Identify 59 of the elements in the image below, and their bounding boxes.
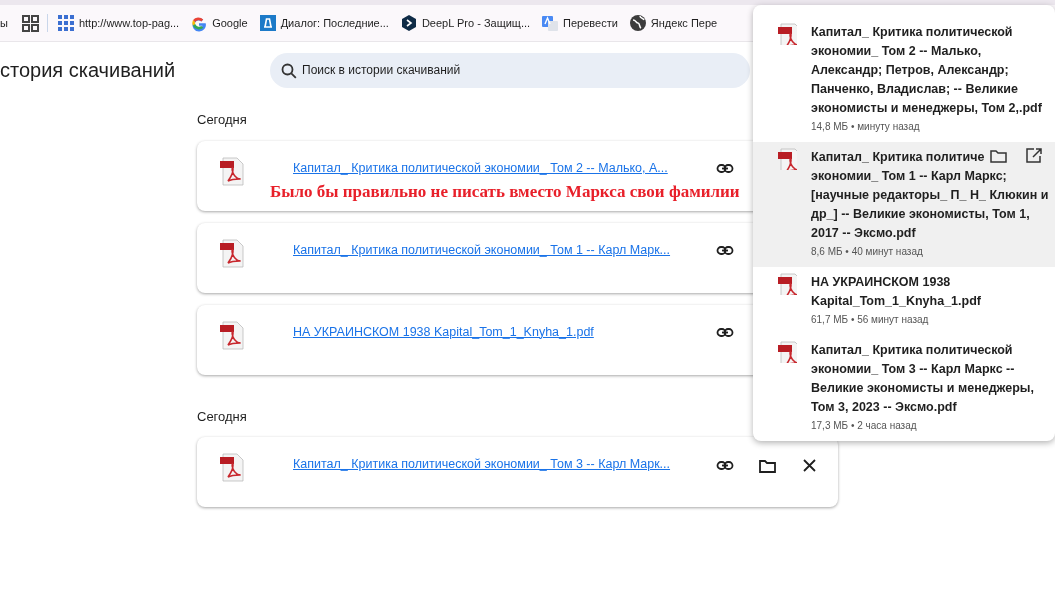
file-info: 8,6 МБ • 40 минут назад [811,245,924,259]
bookmark[interactable]: Google [188,14,250,32]
file-info: 61,7 МБ • 56 минут назад [811,313,930,327]
pdf-file-icon [219,156,247,187]
download-item[interactable]: Капитал_ Критика политиче экономии_ Том 1 -- Карл Маркс; [научные редакторы_ П_ Н_ Клюкин и др_] -- Великие экономисты, Том 1, 2017 -- Эксмо.pdf 8,6 МБ • 40 минут назад [753,142,1055,267]
globe-icon [628,14,647,32]
pdf-file-icon [777,341,797,363]
download-item[interactable]: НА УКРАИНСКОМ 1938 Kapital_Tom_1_Knyha_1.pdf 61,7 МБ • 56 минут назад [753,267,1055,335]
apps-grid-icon[interactable] [20,13,40,33]
pdf-file-icon [777,273,797,295]
pdf-file-icon [219,453,247,483]
file-link[interactable]: НА УКРАИНСКОМ 1938 Kapital_Tom_1_Knyha_1.pdf [293,323,594,340]
pdf-file-icon [777,148,797,170]
bookmark[interactable]: DeepL Pro - Защищ... [397,14,533,32]
search-field[interactable]: Поиск в истории скачиваний [270,52,750,88]
bookmark[interactable]: Яндекс Пере [626,14,720,32]
bookmark-label[interactable]: ы [0,14,10,32]
dialog-icon [258,14,277,32]
file-link[interactable]: Капитал_ Критика политической экономии_ Том 1 -- Карл Марк... [293,241,671,258]
file-name-line: Великие экономисты и менеджеры, [811,380,1034,397]
file-name-line: экономисты и менеджеры, Том 2,.pdf [811,100,1042,117]
grid-icon [56,14,75,32]
file-name-line: Панченко, Владислав; -- Великие [811,81,1018,98]
file-info: 14,8 МБ • минуту назад [811,120,921,134]
pdf-file-icon [777,23,797,45]
file-name-line: [научные редакторы_ П_ Н_ Клюкин и [811,187,1049,204]
file-info: 17,3 МБ • 2 часа назад [811,419,918,433]
file-name-line: 2017 -- Эксмо.pdf [811,225,916,242]
section-heading: Сегодня [197,407,247,426]
file-name-line: Александр; Петров, Александр; [811,62,1009,79]
close-icon [800,456,818,474]
file-link[interactable]: Капитал_ Критика политической экономии_ Том 3 -- Карл Марк... [293,456,671,472]
bookmark[interactable]: Перевести [539,14,620,32]
google-icon [190,14,209,32]
file-name-line: экономии_ Том 1 -- Карл Маркс; [811,168,1007,185]
bookmark[interactable]: http://www.top-pag... [54,14,182,32]
annotation-text: Было бы правильно не писать вместо Маркса свои фамилии [270,180,740,203]
file-name-line: Kapital_Tom_1_Knyha_1.pdf [811,293,981,310]
file-name-line: Том 3, 2023 -- Эксмо.pdf [811,399,957,416]
deepl-icon [399,14,418,32]
open-button[interactable] [1023,146,1045,164]
section-heading: Сегодня [197,111,247,129]
pdf-file-icon [219,238,247,269]
file-name-line: НА УКРАИНСКОМ 1938 [811,274,951,291]
download-item[interactable]: Капитал_ Критика политической экономии_ Том 3 -- Карл Маркс -- Великие экономисты и менеджеры, Том 3, 2023 -- Эксмо.pdf 17,3 МБ • 2 часа назад [753,335,1055,441]
pdf-file-icon [219,320,247,351]
file-name-line: Капитал_ Критика политиче [811,149,985,166]
file-name-line: Капитал_ Критика политической [811,24,1013,41]
file-link[interactable]: Капитал_ Критика политической экономии_ Том 2 -- Малько, А... [293,159,668,176]
external-link-icon [1025,146,1043,164]
file-name-line: Капитал_ Критика политической [811,342,1013,359]
search-icon [281,62,297,79]
file-name-line: экономии_ Том 3 -- Карл Маркс -- [811,361,1015,378]
bookmark[interactable]: Диалог: Последние... [256,14,391,32]
file-name-line: др_] -- Великие экономисты, Том 1, [811,206,1030,223]
download-item[interactable]: Капитал_ Критика политической экономии_ Том 2 -- Малько, Александр; Петров, Александр; Панченко, Владислав; -- Великие экономисты и менеджеры, Том 2,.pdf 14,8 МБ • минуту назад [753,17,1055,142]
translate-icon [541,14,560,32]
page-title: стория скачиваний [0,58,177,83]
file-name-line: экономии_ Том 2 -- Малько, [811,43,982,60]
